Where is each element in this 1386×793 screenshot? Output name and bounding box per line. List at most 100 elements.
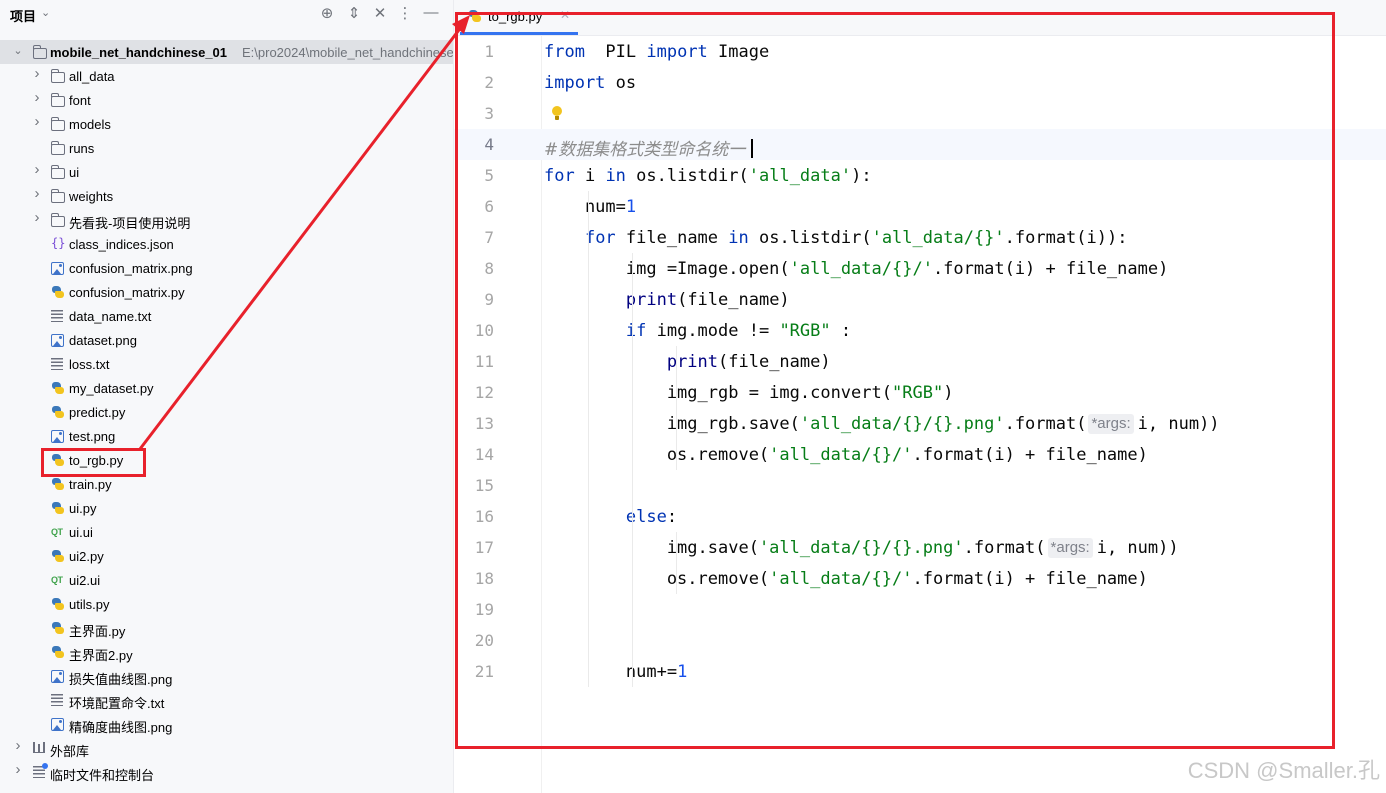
folder-icon — [51, 117, 65, 131]
text-file-icon — [51, 358, 63, 370]
more-options-icon[interactable]: ⋮ — [396, 4, 414, 22]
tree-item[interactable]: › 外部库 — [0, 736, 453, 760]
tree-item-label: ui.ui — [69, 525, 93, 540]
tree-item[interactable]: 损失值曲线图.png — [0, 664, 453, 688]
python-file-icon — [51, 405, 65, 419]
tree-item-label: font — [69, 93, 91, 108]
tree-item[interactable]: › all_data — [0, 64, 453, 88]
chevron-down-icon[interactable]: ⌄ — [41, 6, 50, 19]
tree-item-label: my_dataset.py — [69, 381, 154, 396]
python-file-icon — [51, 501, 65, 515]
tree-item-label: ui.py — [69, 501, 97, 516]
tree-item[interactable]: › models — [0, 112, 453, 136]
tree-item-label: 外部库 — [50, 744, 90, 759]
image-file-icon — [51, 430, 64, 443]
chevron-right-icon[interactable]: › — [31, 65, 43, 82]
tree-item-label: ui2.ui — [69, 573, 101, 588]
tree-item[interactable]: › weights — [0, 184, 453, 208]
annotation-box-file — [41, 448, 146, 477]
chevron-right-icon[interactable]: › — [31, 161, 43, 178]
tree-item[interactable]: 精确度曲线图.png — [0, 712, 453, 736]
python-file-icon — [51, 621, 65, 635]
folder-icon — [51, 213, 65, 227]
tree-item[interactable]: QT ui2.ui — [0, 568, 453, 592]
tree-item[interactable]: › ui — [0, 160, 453, 184]
tree-item[interactable]: › 临时文件和控制台 — [0, 760, 453, 784]
tree-item[interactable]: {} class_indices.json — [0, 232, 453, 256]
tree-item[interactable]: dataset.png — [0, 328, 453, 352]
tree-item[interactable]: 环境配置命令.txt — [0, 688, 453, 712]
tree-item-label: 主界面2.py — [69, 648, 133, 663]
tree-item-label: ui — [69, 165, 80, 180]
annotation-box-editor — [455, 12, 1335, 749]
tree-item[interactable]: ui.py — [0, 496, 453, 520]
json-file-icon: {} — [51, 236, 66, 250]
chevron-right-icon[interactable]: › — [31, 89, 43, 106]
tree-item[interactable]: › 先看我-项目使用说明 — [0, 208, 453, 232]
tree-item-label: loss.txt — [69, 357, 110, 372]
image-file-icon — [51, 718, 64, 731]
tree-item[interactable]: QT ui.ui — [0, 520, 453, 544]
tree-item[interactable]: confusion_matrix.py — [0, 280, 453, 304]
tree-item-label: confusion_matrix.png — [69, 261, 193, 276]
tree-item[interactable]: test.png — [0, 424, 453, 448]
tree-item-label: all_data — [69, 69, 115, 84]
tree-item-label: 主界面.py — [69, 624, 126, 639]
chevron-right-icon[interactable]: › — [31, 185, 43, 202]
image-file-icon — [51, 262, 64, 275]
watermark: CSDN @Smaller.孔 — [1187, 758, 1380, 783]
folder-icon — [51, 93, 65, 107]
tree-item[interactable]: my_dataset.py — [0, 376, 453, 400]
tree-item-label: predict.py — [69, 405, 126, 420]
expand-all-icon[interactable]: ⇕ — [345, 4, 363, 22]
library-icon — [33, 742, 45, 753]
chevron-right-icon[interactable]: › — [31, 113, 43, 130]
tree-item-label: class_indices.json — [69, 237, 174, 252]
project-panel: 项目 ⌄ ⊕ ⇕ ✕ ⋮ — ⌄ mobile_net_handchinese_0… — [0, 0, 475, 793]
chevron-right-icon[interactable]: › — [12, 737, 24, 754]
tree-item-label: 损失值曲线图.png — [69, 672, 173, 687]
tree-item[interactable]: loss.txt — [0, 352, 453, 376]
python-file-icon — [51, 285, 65, 299]
tree-item[interactable]: ui2.py — [0, 544, 453, 568]
tree-item-label: dataset.png — [69, 333, 137, 348]
tree-item-label: train.py — [69, 477, 112, 492]
tree-item-label: 环境配置命令.txt — [69, 696, 165, 711]
text-file-icon — [51, 694, 63, 706]
collapse-all-icon[interactable]: ✕ — [371, 4, 389, 22]
tree-item[interactable]: 主界面.py — [0, 616, 453, 640]
chevron-right-icon[interactable]: › — [12, 761, 24, 778]
chevron-down-icon[interactable]: ⌄ — [12, 44, 24, 57]
qt-ui-file-icon: QT — [51, 575, 63, 585]
tree-item[interactable]: 主界面2.py — [0, 640, 453, 664]
image-file-icon — [51, 334, 64, 347]
tree-item[interactable]: › font — [0, 88, 453, 112]
tree-item-label: weights — [69, 189, 114, 204]
tree-item-label: mobile_net_handchinese_01 — [50, 45, 228, 60]
tree-item[interactable]: ⌄ mobile_net_handchinese_01 E:\pro2024\mob… — [0, 40, 475, 64]
python-file-icon — [51, 597, 65, 611]
tree-item-path: E:\pro2024\mobile_net_handchinese_01 — [242, 45, 476, 60]
image-file-icon — [51, 670, 64, 683]
tree-item[interactable]: confusion_matrix.png — [0, 256, 453, 280]
python-file-icon — [51, 477, 65, 491]
text-file-icon — [51, 310, 63, 322]
tree-item[interactable]: utils.py — [0, 592, 453, 616]
chevron-right-icon[interactable]: › — [31, 209, 43, 226]
folder-icon — [33, 45, 47, 59]
scratches-icon — [33, 763, 48, 778]
minimize-icon[interactable]: — — [422, 4, 440, 21]
folder-icon — [51, 141, 65, 155]
tree-item-label: confusion_matrix.py — [69, 285, 185, 300]
folder-icon — [51, 165, 65, 179]
tree-item-label: test.png — [69, 429, 116, 444]
python-file-icon — [51, 381, 65, 395]
tree-item-label: utils.py — [69, 597, 110, 612]
tree-item-label: data_name.txt — [69, 309, 152, 324]
tree-item-label: 先看我-项目使用说明 — [69, 216, 191, 231]
tree-item[interactable]: data_name.txt — [0, 304, 453, 328]
tree-item[interactable]: runs — [0, 136, 453, 160]
tree-item[interactable]: predict.py — [0, 400, 453, 424]
project-panel-title[interactable]: 项目 — [10, 6, 36, 25]
locate-icon[interactable]: ⊕ — [318, 4, 336, 22]
